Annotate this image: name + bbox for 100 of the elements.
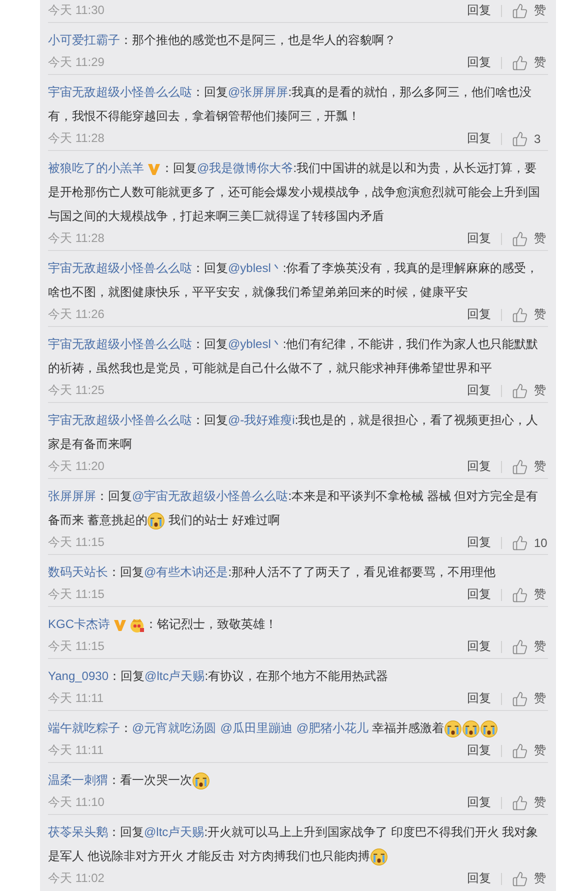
comment-time: 今天 11:30 bbox=[48, 2, 106, 19]
thumbs-up-icon bbox=[512, 742, 528, 758]
mention-link[interactable]: @肥猪小花儿 bbox=[296, 721, 369, 735]
comment-text: 宇宙无敌超级小怪兽么么哒：回复@-我好难瘦i:我也是的，就是很担心，看了视频更担心，人家是有备而来啊 bbox=[48, 412, 540, 453]
like-button[interactable]: 赞 bbox=[512, 586, 548, 603]
thumbs-up-icon bbox=[512, 534, 528, 550]
crying-emoji-icon bbox=[480, 720, 498, 738]
comment-time: 今天 11:15 bbox=[48, 638, 106, 655]
comment-text: 端午就吃粽子：@元宵就吃汤圆 @瓜田里蹦迪 @肥猪小花儿 幸福并感激着 bbox=[48, 716, 548, 740]
like-button[interactable]: 10 bbox=[512, 534, 548, 550]
reply-link[interactable]: 回复 bbox=[467, 382, 491, 399]
username-link[interactable]: Yang_0930 bbox=[48, 669, 109, 683]
mention-link[interactable]: @有些木讷还是 bbox=[144, 565, 228, 579]
username-link[interactable]: 宇宙无敌超级小怪兽么么哒 bbox=[48, 337, 192, 351]
mention-link[interactable]: @瓜田里蹦迪 bbox=[220, 721, 292, 735]
like-button[interactable]: 赞 bbox=[512, 306, 548, 323]
thumbs-up-icon bbox=[512, 382, 528, 398]
username-link[interactable]: 端午就吃粽子 bbox=[48, 721, 120, 735]
reply-link[interactable]: 回复 bbox=[467, 794, 491, 811]
comment-text: 宇宙无敌超级小怪兽么么哒：回复@张屏屏屏:我真的是看的就怕，那么多阿三，他们啥也没有，我恨不得能穿越回去，拿着钢管帮他们揍阿三，开瓢！ bbox=[48, 84, 533, 125]
mention-link[interactable]: @-我好难瘦i bbox=[228, 413, 295, 427]
comment-text: 宇宙无敌超级小怪兽么么哒：回复@yblesl丶:你看了李焕英没有，我真的是理解麻麻的感受，啥也不图，就图健康快乐，平平安安，就像我们希望弟弟回来的时候，健康平安 bbox=[48, 260, 540, 301]
username-link[interactable]: 数码天站长 bbox=[48, 565, 108, 579]
like-button[interactable]: 赞 bbox=[512, 2, 548, 19]
username-link[interactable]: 宇宙无敌超级小怪兽么么哒 bbox=[48, 413, 192, 427]
comment-time: 今天 11:28 bbox=[48, 230, 106, 247]
mention-link[interactable]: @ltc卢天赐 bbox=[144, 669, 205, 683]
username-link[interactable]: 被狼吃了的小羔羊 bbox=[48, 161, 144, 175]
comment-time: 今天 11:26 bbox=[48, 306, 106, 323]
like-button[interactable]: 赞 bbox=[512, 870, 548, 887]
username-link[interactable]: 温柔一刺猬 bbox=[48, 773, 108, 787]
reply-link[interactable]: 回复 bbox=[467, 130, 491, 147]
crying-emoji-icon bbox=[462, 720, 480, 738]
comment-time: 今天 11:25 bbox=[48, 382, 106, 399]
comment-time: 今天 11:15 bbox=[48, 534, 106, 551]
mention-link[interactable]: @ltc卢天赐 bbox=[144, 825, 204, 839]
reply-link[interactable]: 回复 bbox=[467, 638, 491, 655]
like-button[interactable]: 赞 bbox=[512, 742, 548, 759]
like-button[interactable]: 赞 bbox=[512, 638, 548, 655]
comment-time: 今天 11:29 bbox=[48, 54, 106, 71]
mention-link[interactable]: @yblesl丶 bbox=[228, 261, 283, 275]
thumbs-up-icon bbox=[512, 306, 528, 322]
like-button[interactable]: 赞 bbox=[512, 458, 548, 475]
thumbs-up-icon bbox=[512, 2, 528, 18]
thumbs-up-icon bbox=[512, 794, 528, 810]
reply-link[interactable]: 回复 bbox=[467, 2, 491, 19]
username-link[interactable]: 茯苓呆头鹅 bbox=[48, 825, 108, 839]
crying-emoji-icon bbox=[370, 848, 388, 866]
comment-text: 小可爱扛霸子：那个推他的感觉也不是阿三，也是华人的容貌啊？ bbox=[48, 32, 397, 49]
reply-link[interactable]: 回复 bbox=[467, 742, 491, 759]
reply-link[interactable]: 回复 bbox=[467, 870, 491, 887]
comment-time: 今天 11:15 bbox=[48, 586, 106, 603]
mention-link[interactable]: @张屏屏屏 bbox=[228, 85, 288, 99]
like-button[interactable]: 赞 bbox=[512, 690, 548, 707]
comment-time: 今天 11:11 bbox=[48, 742, 105, 759]
reply-link[interactable]: 回复 bbox=[467, 230, 491, 247]
comment-time: 今天 11:20 bbox=[48, 458, 106, 475]
comment-text: 宇宙无敌超级小怪兽么么哒：回复@yblesl丶:他们有纪律，不能讲，我们作为家人也只能默默的祈祷，虽然我也是党员，可能就是自己什么做不了，就只能求神拜佛希望世界和平 bbox=[48, 336, 540, 377]
mention-link[interactable]: @yblesl丶 bbox=[228, 337, 283, 351]
reply-link[interactable]: 回复 bbox=[467, 306, 491, 323]
mention-link[interactable]: @宇宙无敌超级小怪兽么么哒 bbox=[132, 489, 288, 503]
thumbs-up-icon bbox=[512, 690, 528, 706]
comment-time: 今天 11:28 bbox=[48, 130, 106, 147]
like-button[interactable]: 赞 bbox=[512, 382, 548, 399]
crying-emoji-icon bbox=[192, 772, 210, 790]
like-button[interactable]: 3 bbox=[512, 130, 548, 146]
reply-link[interactable]: 回复 bbox=[467, 534, 491, 551]
reply-link[interactable]: 回复 bbox=[467, 458, 491, 475]
comment-text: KGC卡杰诗 ：铭记烈士，致敬英雄！ bbox=[48, 616, 278, 635]
crying-emoji-icon bbox=[147, 512, 166, 530]
comment-time: 今天 11:11 bbox=[48, 690, 105, 707]
comment-text: 数码天站长：回复@有些木讷还是:那种人活不了了两天了，看见谁都要骂，不用理他 bbox=[48, 564, 497, 581]
username-link[interactable]: 宇宙无敌超级小怪兽么么哒 bbox=[48, 261, 192, 275]
reply-link[interactable]: 回复 bbox=[467, 690, 491, 707]
reply-link[interactable]: 回复 bbox=[467, 54, 491, 71]
mention-link[interactable]: @元宵就吃汤圆 bbox=[132, 721, 216, 735]
username-link[interactable]: 宇宙无敌超级小怪兽么么哒 bbox=[48, 85, 192, 99]
comment-time: 今天 11:10 bbox=[48, 794, 106, 811]
comment-text: 张屏屏屏：回复@宇宙无敌超级小怪兽么么哒:本来是和平谈判不拿枪械 器械 但对方完全是有备而来 蓄意挑起的 我们的站士 好难过啊 bbox=[48, 484, 548, 532]
username-link[interactable]: 张屏屏屏 bbox=[48, 489, 96, 503]
thumbs-up-icon bbox=[512, 230, 528, 246]
comment-text: 茯苓呆头鹅：回复@ltc卢天赐:开火就可以马上上升到国家战争了 印度巴不得我们开火 我对象是军人 他说除非对方开火 才能反击 对方肉搏我们也只能肉搏 bbox=[48, 820, 548, 868]
like-button[interactable]: 赞 bbox=[512, 794, 548, 811]
comment-time: 今天 11:02 bbox=[48, 870, 106, 887]
thumbs-up-icon bbox=[512, 638, 528, 654]
comment-text: Yang_0930：回复@ltc卢天赐:有协议，在那个地方不能用热武器 bbox=[48, 668, 390, 685]
like-button[interactable]: 赞 bbox=[512, 230, 548, 247]
comment-text: 被狼吃了的小羔羊 ：回复@我是微博你大爷:我们中国讲的就是以和为贵，从长远打算，要是开枪那伤亡人数可能就更多了，还可能会爆发小规模战争，战争愈演愈烈就可能会上升到国与国之间的大规模战争，打起来啊三美匚就得逞了转移国内矛盾 bbox=[48, 160, 541, 225]
thumbs-up-icon bbox=[512, 586, 528, 602]
thumbs-up-icon bbox=[512, 130, 528, 146]
like-button[interactable]: 赞 bbox=[512, 54, 548, 71]
reply-link[interactable]: 回复 bbox=[467, 586, 491, 603]
thumbs-up-icon bbox=[512, 870, 528, 886]
comment-text: 温柔一刺猬：看一次哭一次 bbox=[48, 768, 548, 792]
username-link[interactable]: KGC卡杰诗 bbox=[48, 617, 110, 631]
crying-emoji-icon bbox=[444, 720, 462, 738]
thumbs-up-icon bbox=[512, 54, 528, 70]
mention-link[interactable]: @我是微博你大爷 bbox=[197, 161, 294, 175]
thumbs-up-icon bbox=[512, 458, 528, 474]
username-link[interactable]: 小可爱扛霸子 bbox=[48, 33, 120, 47]
